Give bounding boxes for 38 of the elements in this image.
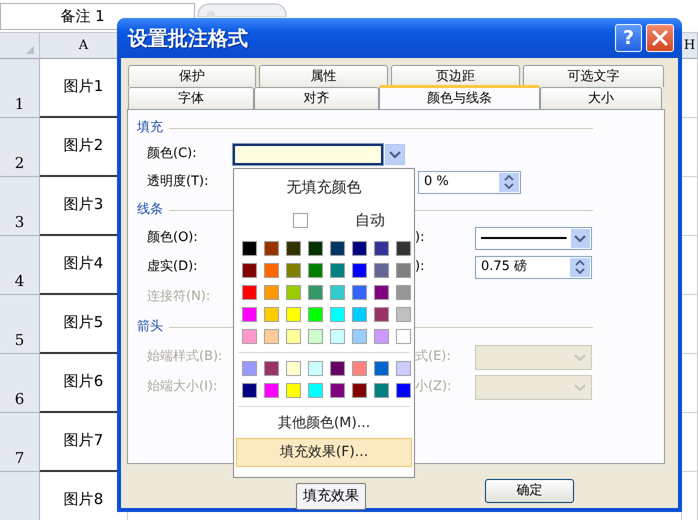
ok-button[interactable]: 确定: [485, 479, 574, 503]
field-label: 始端大小(I):: [147, 379, 218, 395]
field-label: 颜色(C):: [147, 146, 198, 162]
field-label: 式(E):: [415, 349, 452, 365]
row-header[interactable]: 1: [0, 59, 40, 118]
section-heading: 线条: [137, 202, 163, 218]
row-header[interactable]: 6: [0, 354, 40, 413]
row-header[interactable]: 4: [0, 236, 40, 295]
help-button[interactable]: ?: [615, 24, 642, 52]
field-label: 虚实(D):: [147, 259, 199, 275]
field-label: 始端样式(B):: [147, 349, 224, 365]
tooltip: 填充效果: [296, 483, 366, 510]
tab[interactable]: 字体: [128, 87, 254, 109]
section-heading: 填充: [137, 120, 163, 136]
field-label: 透明度(T):: [147, 174, 210, 190]
field-label: 小(Z):: [415, 379, 452, 395]
tab[interactable]: 大小: [540, 87, 662, 109]
field-label: ):: [415, 259, 426, 275]
row-header[interactable]: 5: [0, 295, 40, 354]
field-label: 连接符(N):: [147, 289, 212, 305]
line-weight-field[interactable]: 0.75 磅: [475, 256, 592, 278]
tab[interactable]: 可选文字: [523, 65, 664, 87]
menu-item[interactable]: 填充效果(F)...: [236, 438, 412, 467]
field-label: ):: [415, 230, 426, 246]
menu-item[interactable]: 其他颜色(M)...: [236, 409, 412, 438]
tab[interactable]: 对齐: [254, 87, 379, 109]
row-header[interactable]: 3: [0, 177, 40, 236]
menu-item[interactable]: 自动: [234, 205, 414, 235]
transparency-field[interactable]: 0 %: [418, 170, 521, 194]
row-header[interactable]: 7: [0, 413, 40, 472]
menu-item[interactable]: 无填充颜色: [234, 169, 414, 205]
row-header[interactable]: 2: [0, 118, 40, 177]
section-heading: 箭头: [137, 319, 163, 335]
field-label: 颜色(O):: [147, 230, 199, 246]
tab[interactable]: 保护: [128, 65, 256, 87]
tab[interactable]: 页边距: [391, 65, 520, 87]
tab[interactable]: 颜色与线条: [379, 85, 540, 109]
tab[interactable]: 属性: [259, 65, 388, 87]
